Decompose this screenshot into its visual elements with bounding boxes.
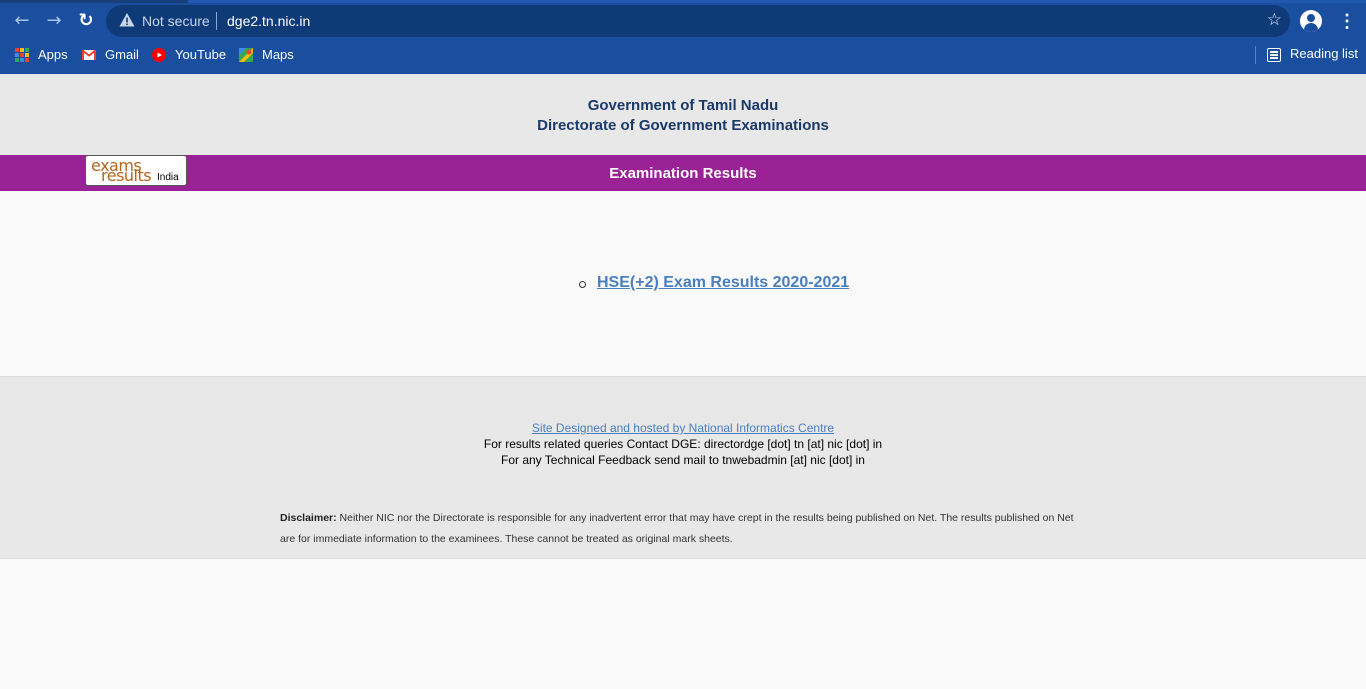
reload-icon[interactable]: ↻	[74, 9, 98, 33]
bookmark-label: YouTube	[175, 47, 227, 62]
nic-link[interactable]: Site Designed and hosted by National Inf…	[0, 421, 1366, 435]
contact-text: For results related queries Contact DGE:…	[483, 437, 883, 451]
directorate-title: Directorate of Government Examinations	[537, 117, 829, 134]
feedback-text: For any Technical Feedback send mail to …	[501, 453, 865, 467]
disclaimer-text: Neither NIC nor the Directorate is respo…	[280, 512, 1074, 545]
page-header: Government of Tamil Nadu Directorate of …	[0, 74, 1366, 155]
hse-results-link[interactable]: HSE(+2) Exam Results 2020-2021	[597, 274, 849, 292]
page-footer: Site Designed and hosted by National Inf…	[0, 376, 1366, 559]
kebab-menu-icon[interactable]: ⋮	[1338, 9, 1356, 33]
reading-list-button[interactable]: Reading list	[1290, 46, 1358, 61]
bookmark-label: Maps	[262, 47, 294, 62]
reading-list-icon[interactable]	[1267, 48, 1281, 62]
security-label[interactable]: Not secure	[142, 13, 210, 29]
youtube-icon	[152, 48, 166, 62]
browser-chrome: ← → ↻ Not secure dge2.tn.nic.in ☆ ⋮ Apps	[0, 0, 1366, 74]
bullet-circle-icon	[579, 281, 586, 288]
maps-icon	[239, 48, 253, 62]
gmail-icon	[82, 49, 96, 60]
bookmarks-bar: Apps Gmail YouTube Maps	[0, 42, 1366, 68]
banner-title: Examination Results	[609, 165, 757, 182]
results-banner: exams results India Examination Results	[0, 155, 1366, 191]
profile-avatar-icon[interactable]	[1300, 10, 1322, 32]
bookmark-star-icon[interactable]: ☆	[1267, 10, 1282, 30]
url-text[interactable]: dge2.tn.nic.in	[227, 13, 310, 29]
apps-grid-icon	[15, 48, 29, 62]
web-page: Government of Tamil Nadu Directorate of …	[0, 74, 1366, 689]
government-title: Government of Tamil Nadu	[587, 97, 779, 114]
address-bar[interactable]: Not secure dge2.tn.nic.in ☆	[106, 5, 1290, 37]
tab-strip	[0, 0, 1366, 3]
warning-icon[interactable]	[119, 12, 135, 28]
browser-toolbar: ← → ↻ Not secure dge2.tn.nic.in ☆ ⋮	[0, 4, 1366, 38]
forward-arrow-icon[interactable]: →	[42, 9, 66, 33]
back-arrow-icon[interactable]: ←	[10, 9, 34, 33]
bookmark-label: Apps	[38, 47, 68, 62]
active-tab[interactable]	[188, 0, 1366, 3]
disclaimer: Disclaimer: Neither NIC nor the Director…	[280, 508, 1090, 550]
bookmark-label: Gmail	[105, 47, 139, 62]
bookmarks-divider	[1255, 46, 1256, 64]
disclaimer-label: Disclaimer:	[280, 512, 337, 524]
results-list: HSE(+2) Exam Results 2020-2021	[0, 191, 1366, 376]
omnibox-divider	[216, 12, 217, 30]
